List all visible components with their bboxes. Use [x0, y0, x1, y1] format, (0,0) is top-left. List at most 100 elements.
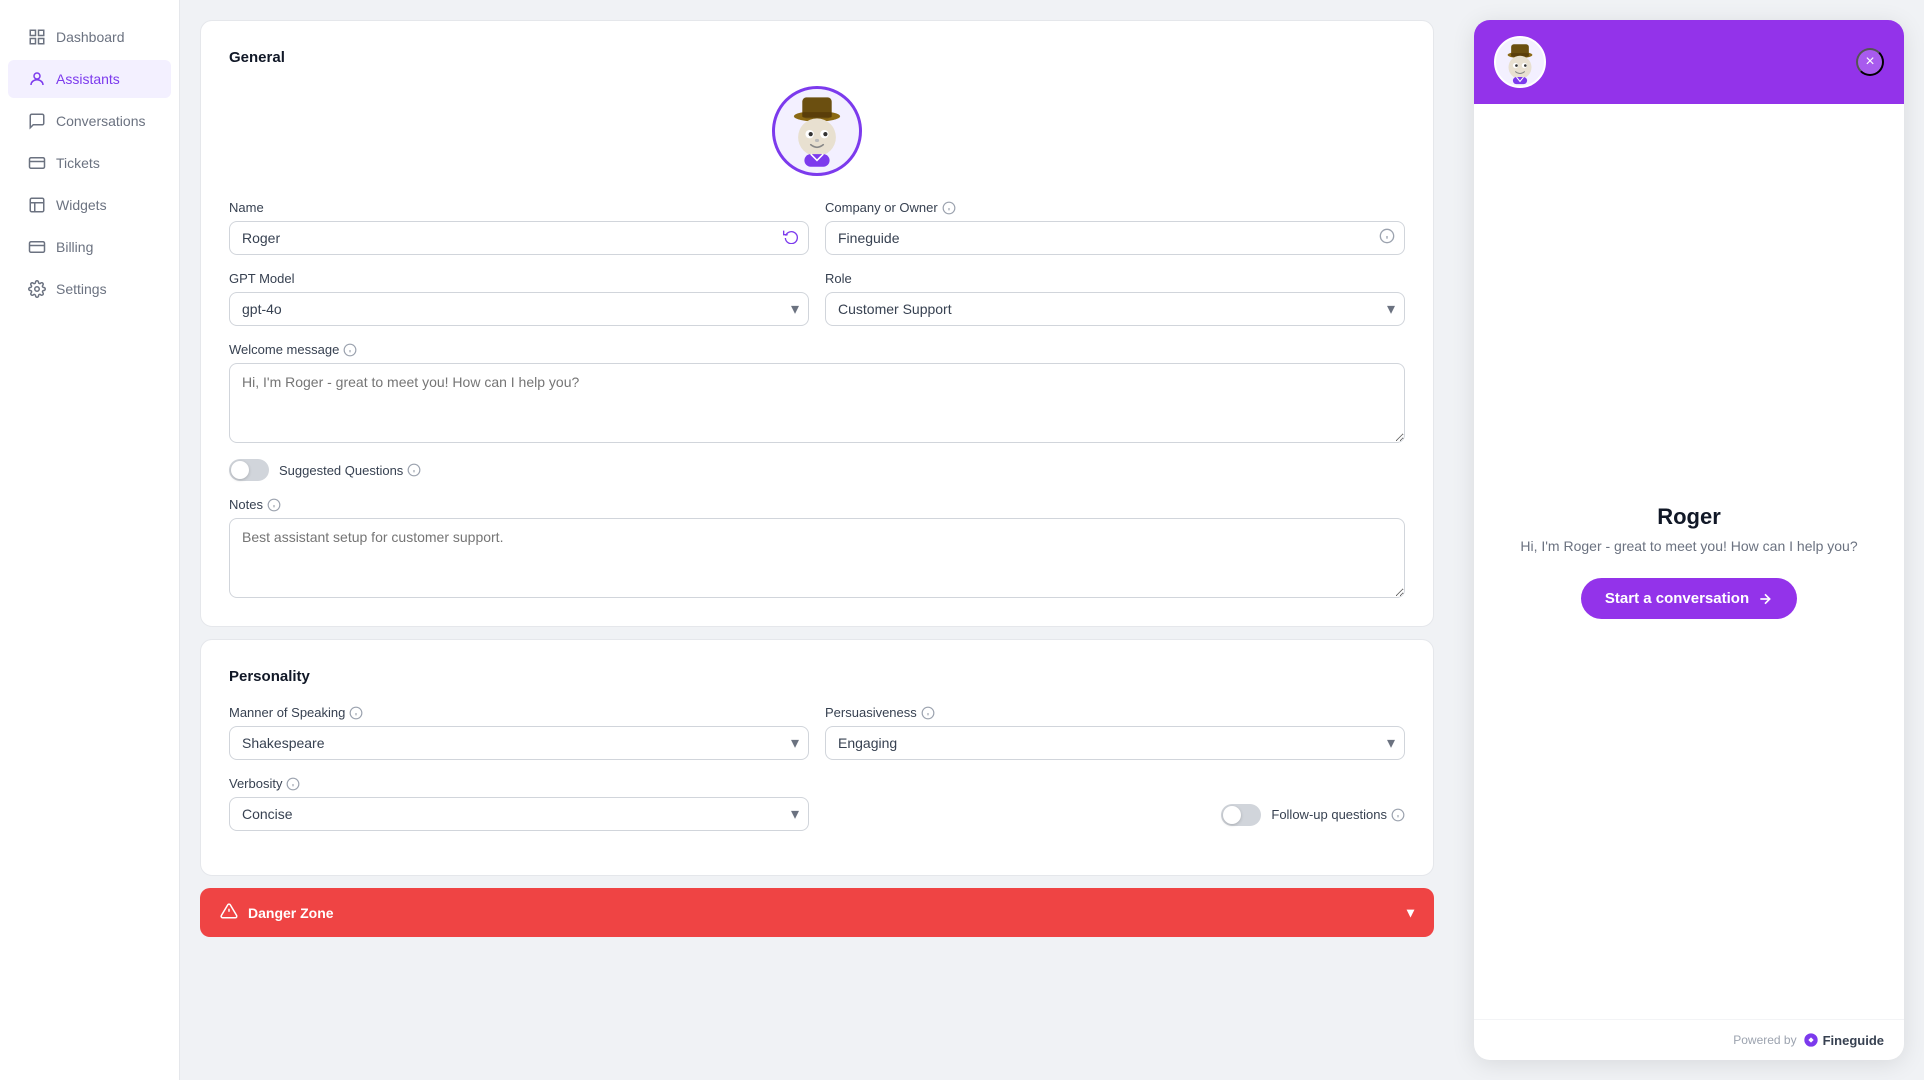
suggested-questions-toggle[interactable] — [229, 459, 269, 481]
settings-icon — [28, 280, 46, 298]
sidebar-item-tickets[interactable]: Tickets — [8, 144, 171, 182]
followup-group: Follow-up questions — [825, 776, 1405, 831]
verbosity-info-icon — [286, 777, 300, 791]
sidebar-label-dashboard: Dashboard — [56, 29, 125, 45]
verbosity-group: Verbosity Concise Normal Verbose ▾ — [229, 776, 809, 831]
name-input[interactable] — [229, 221, 809, 255]
suggested-info-icon — [407, 463, 421, 477]
gpt-label: GPT Model — [229, 271, 809, 286]
welcome-info-icon — [343, 343, 357, 357]
general-card: General — [200, 20, 1434, 627]
powered-by-label: Powered by — [1733, 1033, 1796, 1047]
danger-zone[interactable]: Danger Zone ▾ — [200, 888, 1434, 937]
company-label: Company or Owner — [825, 200, 1405, 215]
refresh-icon[interactable] — [783, 228, 799, 249]
company-info-btn[interactable] — [1379, 228, 1395, 249]
chat-header: × — [1474, 20, 1904, 104]
sidebar-label-tickets: Tickets — [56, 155, 100, 171]
suggested-label: Suggested Questions — [279, 463, 421, 478]
welcome-textarea[interactable] — [229, 363, 1405, 443]
role-label: Role — [825, 271, 1405, 286]
sidebar-item-widgets[interactable]: Widgets — [8, 186, 171, 224]
gpt-select-wrapper: gpt-4o gpt-3.5-turbo gpt-4 ▾ — [229, 292, 809, 326]
chat-body: Roger Hi, I'm Roger - great to meet you!… — [1474, 104, 1904, 1019]
fineguide-logo: Fineguide — [1803, 1032, 1884, 1048]
welcome-group: Welcome message — [229, 342, 1405, 443]
start-conversation-button[interactable]: Start a conversation — [1581, 578, 1797, 619]
brand-name: Fineguide — [1823, 1033, 1884, 1048]
chat-bot-name: Roger — [1657, 504, 1721, 530]
persuasiveness-select-wrapper: Engaging Neutral Assertive ▾ — [825, 726, 1405, 760]
sidebar-label-settings: Settings — [56, 281, 107, 297]
role-select[interactable]: Customer Support Sales Support — [825, 292, 1405, 326]
manner-group: Manner of Speaking Shakespeare Formal Ca… — [229, 705, 809, 760]
role-select-wrapper: Customer Support Sales Support ▾ — [825, 292, 1405, 326]
personality-card: Personality Manner of Speaking Shakespea… — [200, 639, 1434, 876]
name-group: Name — [229, 200, 809, 255]
persuasiveness-info-icon — [921, 706, 935, 720]
company-group: Company or Owner — [825, 200, 1405, 255]
sidebar-item-settings[interactable]: Settings — [8, 270, 171, 308]
manner-select-wrapper: Shakespeare Formal Casual ▾ — [229, 726, 809, 760]
warning-icon — [220, 902, 238, 923]
sidebar-item-billing[interactable]: Billing — [8, 228, 171, 266]
gpt-group: GPT Model gpt-4o gpt-3.5-turbo gpt-4 ▾ — [229, 271, 809, 326]
preview-panel: × Roger Hi, I'm Roger - great to meet yo… — [1454, 0, 1924, 1080]
bot-icon — [28, 70, 46, 88]
chat-close-button[interactable]: × — [1856, 48, 1884, 76]
ticket-icon — [28, 154, 46, 172]
avatar[interactable] — [772, 86, 862, 176]
general-title: General — [229, 49, 1405, 66]
chat-preview: × Roger Hi, I'm Roger - great to meet yo… — [1474, 20, 1904, 1060]
manner-info-icon — [349, 706, 363, 720]
notes-info-icon — [267, 498, 281, 512]
persuasiveness-group: Persuasiveness Engaging Neutral Assertiv… — [825, 705, 1405, 760]
followup-label: Follow-up questions — [1271, 807, 1405, 822]
avatar-container — [229, 86, 1405, 176]
sidebar-label-billing: Billing — [56, 239, 93, 255]
sidebar-item-conversations[interactable]: Conversations — [8, 102, 171, 140]
sidebar: Dashboard Assistants Conversations Ticke… — [0, 0, 180, 1080]
company-input[interactable] — [825, 221, 1405, 255]
followup-toggle-knob — [1223, 806, 1241, 824]
sidebar-label-assistants: Assistants — [56, 71, 120, 87]
verbosity-label: Verbosity — [229, 776, 809, 791]
company-info-icon — [942, 201, 956, 215]
main-content: General — [180, 0, 1454, 1080]
chat-icon — [28, 112, 46, 130]
grid-icon — [28, 28, 46, 46]
name-label: Name — [229, 200, 809, 215]
gpt-role-row: GPT Model gpt-4o gpt-3.5-turbo gpt-4 ▾ R… — [229, 271, 1405, 326]
sidebar-label-conversations: Conversations — [56, 113, 146, 129]
followup-info-icon — [1391, 808, 1405, 822]
sidebar-item-assistants[interactable]: Assistants — [8, 60, 171, 98]
name-input-wrapper — [229, 221, 809, 255]
billing-icon — [28, 238, 46, 256]
verbosity-followup-row: Verbosity Concise Normal Verbose ▾ — [229, 776, 1405, 831]
gpt-select[interactable]: gpt-4o gpt-3.5-turbo gpt-4 — [229, 292, 809, 326]
persuasiveness-select[interactable]: Engaging Neutral Assertive — [825, 726, 1405, 760]
persuasiveness-label: Persuasiveness — [825, 705, 1405, 720]
arrow-right-icon — [1757, 591, 1773, 607]
notes-group: Notes — [229, 497, 1405, 598]
manner-label: Manner of Speaking — [229, 705, 809, 720]
fineguide-logo-icon — [1803, 1032, 1819, 1048]
notes-textarea[interactable] — [229, 518, 1405, 598]
chat-welcome-text: Hi, I'm Roger - great to meet you! How c… — [1520, 538, 1857, 554]
verbosity-select[interactable]: Concise Normal Verbose — [229, 797, 809, 831]
followup-toggle[interactable] — [1221, 804, 1261, 826]
role-group: Role Customer Support Sales Support ▾ — [825, 271, 1405, 326]
danger-chevron-icon: ▾ — [1407, 904, 1414, 921]
manner-select[interactable]: Shakespeare Formal Casual — [229, 726, 809, 760]
name-company-row: Name Company or Owner — [229, 200, 1405, 255]
chat-header-avatar — [1494, 36, 1546, 88]
notes-label: Notes — [229, 497, 1405, 512]
company-input-wrapper — [825, 221, 1405, 255]
verbosity-select-wrapper: Concise Normal Verbose ▾ — [229, 797, 809, 831]
danger-zone-label: Danger Zone — [248, 905, 334, 921]
welcome-label: Welcome message — [229, 342, 1405, 357]
widget-icon — [28, 196, 46, 214]
sidebar-label-widgets: Widgets — [56, 197, 107, 213]
suggested-questions-row: Suggested Questions — [229, 459, 1405, 481]
sidebar-item-dashboard[interactable]: Dashboard — [8, 18, 171, 56]
